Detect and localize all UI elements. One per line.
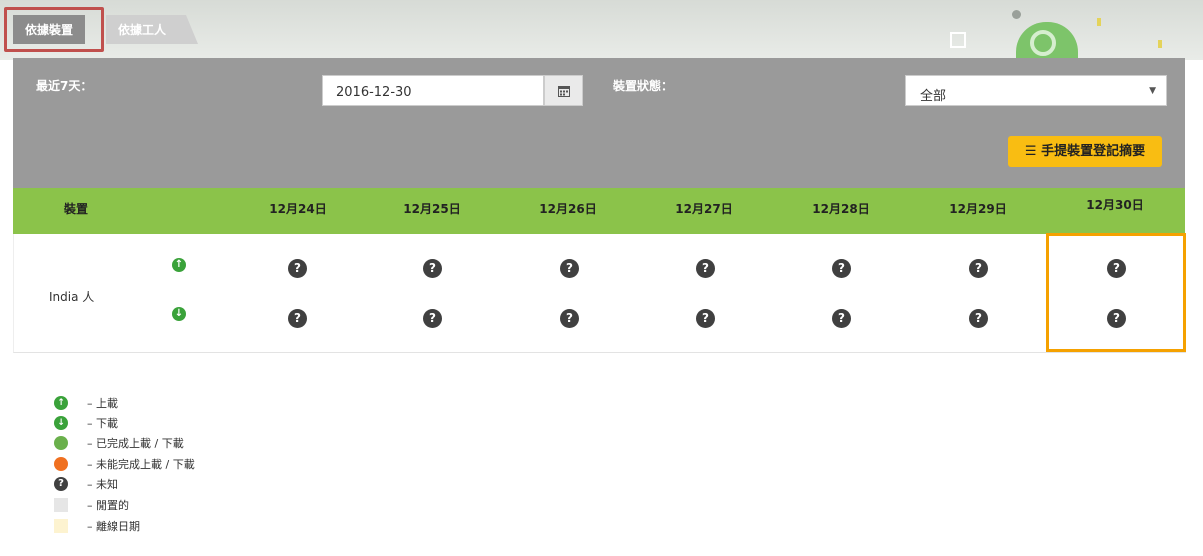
- idle-swatch: [54, 498, 68, 512]
- question-icon[interactable]: ?: [832, 259, 851, 278]
- tab-highlight-outline: [4, 7, 104, 52]
- calendar-icon: [557, 85, 570, 97]
- legend-done-label: – 已完成上載 / 下載: [87, 437, 184, 450]
- failed-icon: [54, 457, 68, 471]
- download-arrow-icon: ↓: [54, 416, 68, 430]
- column-header-device: 裝置: [63, 202, 88, 216]
- magnifier-decoration-icon: [1030, 30, 1056, 56]
- legend-idle: – 閒置的: [54, 497, 129, 513]
- column-header-day: 12月27日: [675, 202, 733, 216]
- legend-offline-label: – 離線日期: [87, 520, 140, 533]
- legend-idle-label: – 閒置的: [87, 499, 129, 512]
- legend-done: – 已完成上載 / 下載: [54, 435, 184, 451]
- upload-arrow-icon: ↑: [172, 258, 186, 272]
- legend-offline: – 離線日期: [54, 518, 140, 534]
- download-arrow-icon: ↓: [172, 307, 186, 321]
- question-icon[interactable]: ?: [560, 309, 579, 328]
- upload-arrow-icon: ↑: [54, 396, 68, 410]
- question-icon[interactable]: ?: [696, 259, 715, 278]
- offline-swatch: [54, 519, 68, 533]
- legend-unknown-label: – 未知: [87, 478, 118, 491]
- device-status-select[interactable]: 全部 ▼: [905, 75, 1167, 106]
- decoration-dot: [1012, 10, 1021, 19]
- question-icon[interactable]: ?: [288, 309, 307, 328]
- question-icon[interactable]: ?: [969, 309, 988, 328]
- column-header-day: 12月24日: [269, 202, 327, 216]
- question-icon[interactable]: ?: [969, 259, 988, 278]
- question-icon[interactable]: ?: [696, 309, 715, 328]
- column-header-day: 12月30日: [1086, 198, 1144, 212]
- table-row: [13, 234, 1186, 353]
- summary-button-label: 手提裝置登記摘要: [1041, 144, 1146, 159]
- column-header-day: 12月28日: [812, 202, 870, 216]
- recent-days-label: 最近7天：: [36, 79, 93, 93]
- legend-download: ↓ – 下載: [54, 415, 118, 431]
- question-icon[interactable]: ?: [423, 309, 442, 328]
- legend-upload: ↑ – 上載: [54, 395, 118, 411]
- decoration-square: [950, 32, 966, 48]
- calendar-button[interactable]: [544, 75, 583, 106]
- device-log-summary-button[interactable]: ☰ 手提裝置登記摘要: [1008, 136, 1162, 167]
- list-icon: ☰: [1024, 144, 1037, 159]
- question-icon[interactable]: ?: [560, 259, 579, 278]
- legend-download-label: – 下載: [87, 417, 118, 430]
- legend-unknown: ? – 未知: [54, 476, 118, 492]
- legend-failed-label: – 未能完成上載 / 下載: [87, 458, 195, 471]
- decoration-dash: [1158, 40, 1162, 48]
- decoration-dash: [1097, 18, 1101, 26]
- tab-by-worker[interactable]: 依據工人: [106, 15, 199, 44]
- device-name[interactable]: India 人: [49, 288, 94, 305]
- column-header-day: 12月26日: [539, 202, 597, 216]
- today-column-highlight: [1046, 233, 1186, 352]
- question-icon: ?: [54, 477, 68, 491]
- chevron-down-icon: ▼: [1149, 86, 1156, 96]
- question-icon[interactable]: ?: [288, 259, 307, 278]
- column-header-day: 12月29日: [949, 202, 1007, 216]
- device-status-label: 裝置狀態：: [613, 79, 674, 93]
- device-status-value: 全部: [920, 89, 947, 104]
- completed-icon: [54, 436, 68, 450]
- legend-failed: – 未能完成上載 / 下載: [54, 456, 195, 472]
- date-input[interactable]: 2016-12-30: [322, 75, 544, 106]
- legend-upload-label: – 上載: [87, 397, 118, 410]
- question-icon[interactable]: ?: [423, 259, 442, 278]
- question-icon[interactable]: ?: [832, 309, 851, 328]
- column-header-day: 12月25日: [403, 202, 461, 216]
